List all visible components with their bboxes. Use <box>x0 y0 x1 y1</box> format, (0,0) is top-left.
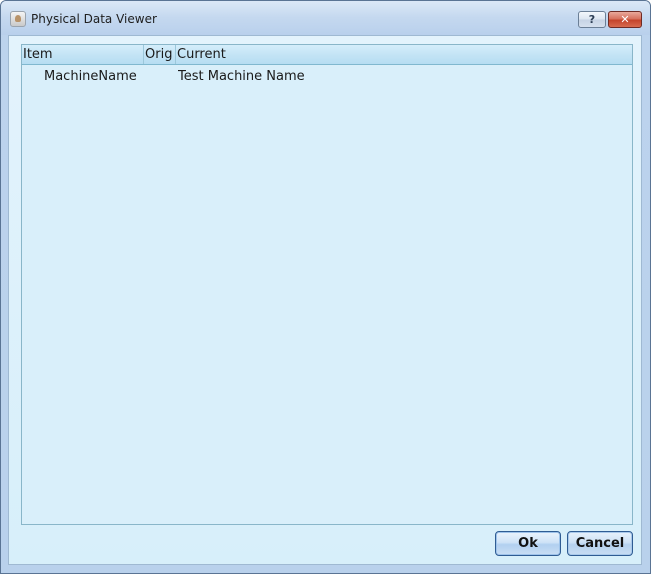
column-header-orig[interactable]: Orig <box>144 45 176 64</box>
table-row[interactable]: MachineName Test Machine Name <box>22 66 632 88</box>
help-button[interactable]: ? <box>578 11 606 28</box>
dialog-body: Item Orig Current MachineName Test Machi… <box>8 35 642 565</box>
ok-button[interactable]: Ok <box>495 531 561 556</box>
cell-item: MachineName <box>44 69 137 84</box>
title-bar[interactable]: Physical Data Viewer ? ✕ <box>1 1 650 35</box>
window-title: Physical Data Viewer <box>31 12 157 26</box>
data-grid[interactable]: Item Orig Current MachineName Test Machi… <box>21 44 633 525</box>
cancel-button[interactable]: Cancel <box>567 531 633 556</box>
column-header-item[interactable]: Item <box>22 45 144 64</box>
grid-header: Item Orig Current <box>22 45 632 65</box>
close-button[interactable]: ✕ <box>608 11 642 28</box>
dialog-window: Physical Data Viewer ? ✕ Item Orig Curre… <box>0 0 651 574</box>
cell-current: Test Machine Name <box>178 69 305 84</box>
column-header-current[interactable]: Current <box>176 45 632 64</box>
cell-orig <box>144 66 176 88</box>
application-icon <box>10 11 26 27</box>
